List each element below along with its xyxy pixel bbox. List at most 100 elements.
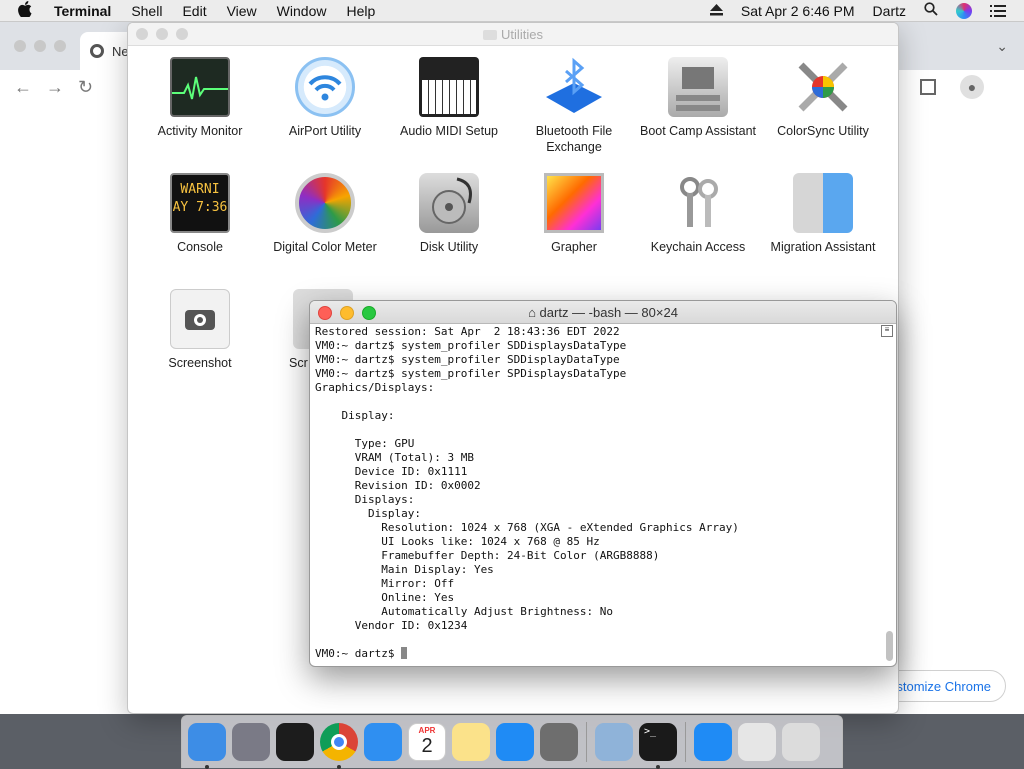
menu-user[interactable]: Dartz — [873, 3, 906, 19]
notes-icon[interactable] — [452, 723, 490, 761]
chrome-tab-favicon-icon — [90, 44, 104, 58]
app-label: Grapher — [551, 240, 597, 254]
calendar-icon[interactable]: APR 2 — [408, 723, 446, 761]
grapher-icon — [544, 173, 604, 233]
app-grapher[interactable]: Grapher — [512, 173, 636, 255]
menu-shell[interactable]: Shell — [131, 3, 162, 19]
chevron-down-icon[interactable]: ⌄ — [996, 38, 1008, 55]
terminal-split-icon[interactable]: ≡ — [881, 325, 893, 337]
terminal-icon[interactable]: >_ — [639, 723, 677, 769]
app-keychain-access[interactable]: Keychain Access — [636, 173, 760, 255]
safari-icon[interactable] — [364, 723, 402, 761]
app-store-downloads-icon[interactable] — [694, 723, 732, 761]
terminal-line: VRAM (Total): 3 MB — [315, 451, 474, 464]
menu-help[interactable]: Help — [346, 3, 375, 19]
terminal-line: VM0:~ dartz$ system_profiler SDDisplaysD… — [315, 339, 627, 352]
activity-monitor-icon — [170, 57, 230, 117]
migration-assistant-icon — [793, 173, 853, 233]
terminal-window-title: ⌂ dartz — -bash — 80×24 — [310, 305, 896, 320]
chrome-icon[interactable] — [320, 723, 358, 769]
app-label: Migration Assistant — [770, 240, 876, 254]
colorsync-icon — [793, 57, 853, 117]
documents-folder-icon[interactable] — [738, 723, 776, 761]
terminal-line: Restored session: Sat Apr 2 18:43:36 EDT… — [315, 325, 620, 338]
audio-midi-icon — [419, 57, 479, 117]
disk-utility-icon — [419, 173, 479, 233]
running-indicator — [337, 765, 341, 769]
app-bluetooth-file-exchange[interactable]: Bluetooth File Exchange — [512, 57, 636, 155]
siri-icon[interactable] — [956, 2, 972, 19]
calendar-month: APR — [418, 726, 436, 735]
menu-clock[interactable]: Sat Apr 2 6:46 PM — [741, 3, 855, 19]
app-audio-midi-setup[interactable]: Audio MIDI Setup — [387, 57, 511, 139]
app-airport-utility[interactable]: AirPort Utility — [263, 57, 387, 139]
app-disk-utility[interactable]: Disk Utility — [387, 173, 511, 255]
menu-app-terminal[interactable]: Terminal — [54, 3, 111, 19]
terminal-line: Resolution: 1024 x 768 (XGA - eXtended G… — [315, 521, 739, 534]
terminal-prompt: VM0:~ dartz$ — [315, 647, 880, 661]
app-boot-camp-assistant[interactable]: Boot Camp Assistant — [636, 57, 760, 139]
terminal-line: Main Display: Yes — [315, 563, 494, 576]
davinci-icon[interactable] — [276, 723, 314, 761]
chrome-minimize-button[interactable] — [34, 40, 46, 52]
chrome-zoom-button[interactable] — [54, 40, 66, 52]
spotlight-search-icon[interactable] — [924, 2, 938, 19]
terminal-line: Automatically Adjust Brightness: No — [315, 605, 614, 618]
terminal-line: UI Looks like: 1024 x 768 @ 85 Hz — [315, 535, 600, 548]
finder-window-title: Utilities — [128, 27, 898, 42]
terminal-line: Display: — [315, 507, 421, 520]
menu-edit[interactable]: Edit — [182, 3, 206, 19]
finder-icon[interactable] — [188, 723, 226, 769]
trash-icon[interactable] — [782, 723, 820, 761]
terminal-title-text: dartz — -bash — 80×24 — [539, 305, 678, 320]
eject-icon[interactable] — [709, 3, 723, 19]
system-preferences-icon[interactable] — [540, 723, 578, 761]
app-store-icon[interactable] — [496, 723, 534, 761]
terminal-line: Online: Yes — [315, 591, 455, 604]
terminal-window[interactable]: ⌂ dartz — -bash — 80×24 Restored session… — [309, 300, 897, 667]
console-icon: WARNI AY 7:36 — [170, 173, 230, 233]
back-arrow-icon[interactable]: ← — [14, 77, 32, 98]
app-label: Console — [177, 240, 223, 254]
app-label: Boot Camp Assistant — [639, 124, 757, 138]
menu-view[interactable]: View — [227, 3, 257, 19]
terminal-line: Mirror: Off — [315, 577, 455, 590]
folder-icon — [483, 30, 498, 40]
app-label: Bluetooth File Exchange — [535, 124, 613, 154]
preview-icon[interactable] — [595, 723, 633, 761]
terminal-line: VM0:~ dartz$ system_profiler SPDisplaysD… — [315, 367, 627, 380]
app-console[interactable]: WARNI AY 7:36 Console — [138, 173, 262, 255]
app-colorsync-utility[interactable]: ColorSync Utility — [761, 57, 885, 139]
app-activity-monitor[interactable]: Activity Monitor — [138, 57, 262, 139]
digital-color-meter-icon — [295, 173, 355, 233]
keychain-icon — [668, 173, 728, 233]
app-digital-color-meter[interactable]: Digital Color Meter — [263, 173, 387, 255]
running-indicator — [205, 765, 209, 769]
running-indicator — [656, 765, 660, 769]
profile-avatar-icon[interactable]: ● — [960, 75, 984, 99]
launchpad-icon[interactable] — [232, 723, 270, 761]
reload-icon[interactable]: ↻ — [78, 77, 93, 98]
app-label: Keychain Access — [650, 240, 746, 254]
customize-chrome-label: stomize Chrome — [896, 678, 991, 694]
finder-title-bar: Utilities — [128, 23, 898, 46]
home-icon: ⌂ — [528, 305, 536, 320]
console-icon-text-1: WARNI — [180, 182, 220, 197]
app-label: Audio MIDI Setup — [400, 124, 498, 138]
terminal-icon-glyph: >_ — [644, 726, 657, 737]
forward-arrow-icon[interactable]: → — [46, 77, 64, 98]
dock-separator — [586, 722, 587, 762]
dock: APR 2 >_ — [181, 715, 843, 769]
notification-center-icon[interactable] — [990, 4, 1006, 17]
app-screenshot[interactable]: Screenshot — [138, 289, 262, 371]
terminal-scrollbar[interactable] — [886, 631, 893, 661]
dock-separator — [685, 722, 686, 762]
menu-window[interactable]: Window — [277, 3, 327, 19]
side-panel-icon[interactable] — [920, 79, 936, 95]
terminal-output[interactable]: Restored session: Sat Apr 2 18:43:36 EDT… — [315, 325, 880, 666]
app-migration-assistant[interactable]: Migration Assistant — [761, 173, 885, 255]
chrome-close-button[interactable] — [14, 40, 26, 52]
apple-menu-icon[interactable] — [18, 0, 40, 21]
